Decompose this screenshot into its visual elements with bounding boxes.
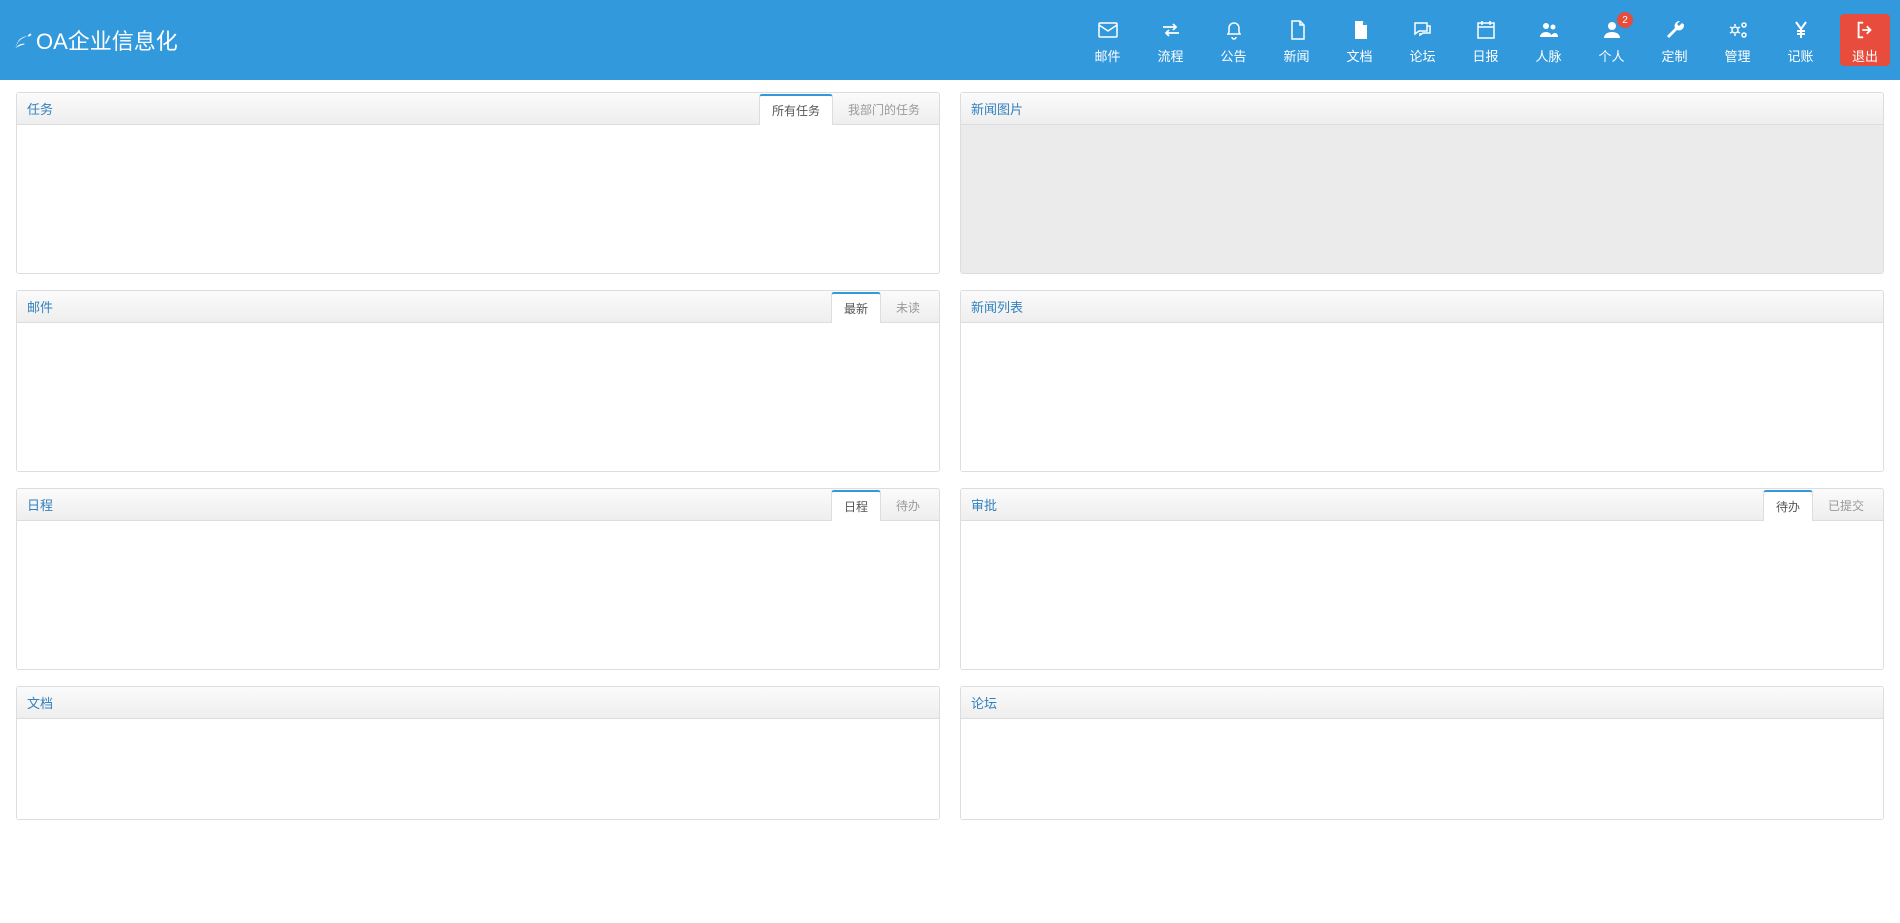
- file-icon: [1348, 16, 1372, 44]
- panel-head: 审批 待办 已提交: [961, 489, 1883, 521]
- panel-news-list: 新闻列表: [960, 290, 1884, 472]
- panel-task: 任务 所有任务 我部门的任务: [16, 92, 940, 274]
- users-icon: [1537, 16, 1561, 44]
- navbar: OA企业信息化 邮件 流程 公告 新闻 文档 论坛 日报: [0, 0, 1900, 80]
- panel-title: 邮件: [27, 297, 53, 316]
- tab-all-tasks[interactable]: 所有任务: [759, 94, 833, 125]
- panel-body: [17, 323, 939, 471]
- panel-title: 论坛: [971, 693, 997, 712]
- nav-manage[interactable]: 管理: [1706, 0, 1769, 80]
- nav-news[interactable]: 新闻: [1265, 0, 1328, 80]
- tab-dept-tasks[interactable]: 我部门的任务: [835, 94, 933, 125]
- signout-icon: [1854, 16, 1876, 44]
- tabs: 所有任务 我部门的任务: [757, 94, 933, 125]
- left-column: 任务 所有任务 我部门的任务 邮件 最新 未读 日程: [16, 92, 940, 820]
- panel-head: 论坛: [961, 687, 1883, 719]
- nav-label: 人脉: [1535, 46, 1561, 65]
- panel-title: 新闻图片: [971, 99, 1023, 118]
- panel-head: 新闻图片: [961, 93, 1883, 125]
- panel-forum: 论坛: [960, 686, 1884, 820]
- panel-head: 文档: [17, 687, 939, 719]
- tab-submitted[interactable]: 已提交: [1815, 490, 1877, 521]
- yen-icon: [1789, 16, 1813, 44]
- panel-head: 邮件 最新 未读: [17, 291, 939, 323]
- brand[interactable]: OA企业信息化: [12, 24, 178, 56]
- panel-approval: 审批 待办 已提交: [960, 488, 1884, 670]
- nav-label: 定制: [1661, 46, 1687, 65]
- panel-title: 任务: [27, 99, 53, 118]
- logout-label: 退出: [1852, 46, 1878, 65]
- panel-body: [961, 323, 1883, 471]
- dashboard: 任务 所有任务 我部门的任务 邮件 最新 未读 日程: [0, 80, 1900, 832]
- nav-contacts[interactable]: 人脉: [1517, 0, 1580, 80]
- tab-schedule[interactable]: 日程: [831, 490, 881, 521]
- leaf-icon: [12, 29, 34, 51]
- nav-label: 管理: [1724, 46, 1750, 65]
- logout-button[interactable]: 退出: [1840, 14, 1890, 66]
- comments-icon: [1411, 16, 1435, 44]
- tab-todo[interactable]: 待办: [883, 490, 933, 521]
- nav-forum[interactable]: 论坛: [1391, 0, 1454, 80]
- tabs: 最新 未读: [829, 292, 933, 323]
- panel-body: [17, 719, 939, 819]
- nav-label: 个人: [1598, 46, 1624, 65]
- brand-title: OA企业信息化: [36, 24, 178, 56]
- file-o-icon: [1285, 16, 1309, 44]
- nav-label: 新闻: [1283, 46, 1309, 65]
- nav-announce[interactable]: 公告: [1202, 0, 1265, 80]
- panel-body: [17, 521, 939, 669]
- tab-pending[interactable]: 待办: [1763, 490, 1813, 521]
- panel-head: 日程 日程 待办: [17, 489, 939, 521]
- nav-mail[interactable]: 邮件: [1076, 0, 1139, 80]
- cogs-icon: [1726, 16, 1750, 44]
- panel-schedule: 日程 日程 待办: [16, 488, 940, 670]
- calendar-icon: [1474, 16, 1498, 44]
- nav-flow[interactable]: 流程: [1139, 0, 1202, 80]
- badge: 2: [1617, 12, 1633, 28]
- right-column: 新闻图片 新闻列表 审批 待办 已提交 论坛: [960, 92, 1884, 820]
- nav-label: 记账: [1787, 46, 1813, 65]
- panel-title: 日程: [27, 495, 53, 514]
- panel-body: [961, 125, 1883, 273]
- nav-items: 邮件 流程 公告 新闻 文档 论坛 日报 人脉: [1076, 0, 1890, 80]
- nav-label: 文档: [1346, 46, 1372, 65]
- tab-unread[interactable]: 未读: [883, 292, 933, 323]
- nav-label: 邮件: [1094, 46, 1120, 65]
- panel-doc: 文档: [16, 686, 940, 820]
- panel-title: 审批: [971, 495, 997, 514]
- panel-body: [17, 125, 939, 273]
- nav-label: 论坛: [1409, 46, 1435, 65]
- panel-title: 新闻列表: [971, 297, 1023, 316]
- panel-title: 文档: [27, 693, 53, 712]
- panel-body: [961, 719, 1883, 819]
- nav-personal[interactable]: 2 个人: [1580, 0, 1643, 80]
- nav-label: 流程: [1157, 46, 1183, 65]
- nav-label: 日报: [1472, 46, 1498, 65]
- nav-account[interactable]: 记账: [1769, 0, 1832, 80]
- tabs: 日程 待办: [829, 490, 933, 521]
- nav-label: 公告: [1220, 46, 1246, 65]
- nav-daily[interactable]: 日报: [1454, 0, 1517, 80]
- panel-head: 新闻列表: [961, 291, 1883, 323]
- envelope-icon: [1096, 16, 1120, 44]
- exchange-icon: [1159, 16, 1183, 44]
- bell-icon: [1222, 16, 1246, 44]
- nav-doc[interactable]: 文档: [1328, 0, 1391, 80]
- nav-custom[interactable]: 定制: [1643, 0, 1706, 80]
- panel-head: 任务 所有任务 我部门的任务: [17, 93, 939, 125]
- panel-mail: 邮件 最新 未读: [16, 290, 940, 472]
- wrench-icon: [1663, 16, 1687, 44]
- panel-body: [961, 521, 1883, 669]
- panel-news-image: 新闻图片: [960, 92, 1884, 274]
- tabs: 待办 已提交: [1761, 490, 1877, 521]
- tab-latest[interactable]: 最新: [831, 292, 881, 323]
